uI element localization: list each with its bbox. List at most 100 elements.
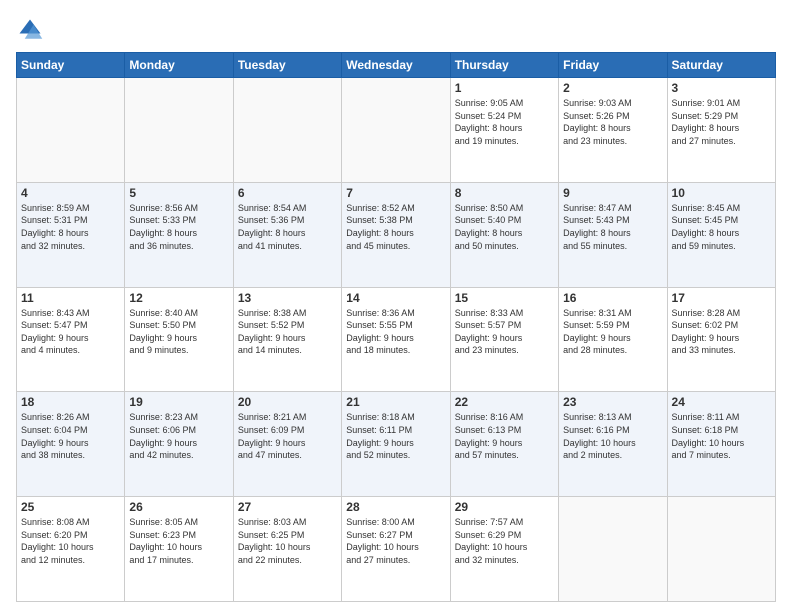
page: SundayMondayTuesdayWednesdayThursdayFrid… [0, 0, 792, 612]
day-info: Sunrise: 8:23 AM Sunset: 6:06 PM Dayligh… [129, 411, 228, 461]
day-info: Sunrise: 8:26 AM Sunset: 6:04 PM Dayligh… [21, 411, 120, 461]
day-info: Sunrise: 8:56 AM Sunset: 5:33 PM Dayligh… [129, 202, 228, 252]
calendar-cell [233, 78, 341, 183]
day-number: 10 [672, 186, 771, 200]
day-info: Sunrise: 8:11 AM Sunset: 6:18 PM Dayligh… [672, 411, 771, 461]
day-info: Sunrise: 8:05 AM Sunset: 6:23 PM Dayligh… [129, 516, 228, 566]
day-of-week-header: Tuesday [233, 53, 341, 78]
calendar-cell: 8 Sunrise: 8:50 AM Sunset: 5:40 PM Daylig… [450, 182, 558, 287]
calendar-cell: 13 Sunrise: 8:38 AM Sunset: 5:52 PM Dayli… [233, 287, 341, 392]
day-info: Sunrise: 8:08 AM Sunset: 6:20 PM Dayligh… [21, 516, 120, 566]
day-number: 20 [238, 395, 337, 409]
calendar-cell: 16 Sunrise: 8:31 AM Sunset: 5:59 PM Dayli… [559, 287, 667, 392]
day-number: 16 [563, 291, 662, 305]
day-info: Sunrise: 7:57 AM Sunset: 6:29 PM Dayligh… [455, 516, 554, 566]
day-number: 25 [21, 500, 120, 514]
day-info: Sunrise: 8:43 AM Sunset: 5:47 PM Dayligh… [21, 307, 120, 357]
day-info: Sunrise: 8:21 AM Sunset: 6:09 PM Dayligh… [238, 411, 337, 461]
day-info: Sunrise: 9:03 AM Sunset: 5:26 PM Dayligh… [563, 97, 662, 147]
calendar-cell: 5 Sunrise: 8:56 AM Sunset: 5:33 PM Daylig… [125, 182, 233, 287]
calendar-cell: 15 Sunrise: 8:33 AM Sunset: 5:57 PM Dayli… [450, 287, 558, 392]
calendar-cell: 1 Sunrise: 9:05 AM Sunset: 5:24 PM Daylig… [450, 78, 558, 183]
calendar-cell [17, 78, 125, 183]
day-info: Sunrise: 8:16 AM Sunset: 6:13 PM Dayligh… [455, 411, 554, 461]
day-of-week-header: Wednesday [342, 53, 450, 78]
logo [16, 16, 48, 44]
day-number: 22 [455, 395, 554, 409]
day-number: 17 [672, 291, 771, 305]
calendar-week-row: 25 Sunrise: 8:08 AM Sunset: 6:20 PM Dayli… [17, 497, 776, 602]
day-number: 6 [238, 186, 337, 200]
day-info: Sunrise: 8:31 AM Sunset: 5:59 PM Dayligh… [563, 307, 662, 357]
calendar-cell [342, 78, 450, 183]
day-info: Sunrise: 8:54 AM Sunset: 5:36 PM Dayligh… [238, 202, 337, 252]
calendar-cell: 7Sunrise: 8:52 AM Sunset: 5:38 PM Daylig… [342, 182, 450, 287]
calendar-cell: 4 Sunrise: 8:59 AM Sunset: 5:31 PM Daylig… [17, 182, 125, 287]
calendar-cell: 18 Sunrise: 8:26 AM Sunset: 6:04 PM Dayli… [17, 392, 125, 497]
day-of-week-header: Saturday [667, 53, 775, 78]
calendar-cell: 26 Sunrise: 8:05 AM Sunset: 6:23 PM Dayli… [125, 497, 233, 602]
calendar-cell: 19 Sunrise: 8:23 AM Sunset: 6:06 PM Dayli… [125, 392, 233, 497]
day-number: 19 [129, 395, 228, 409]
day-info: Sunrise: 8:13 AM Sunset: 6:16 PM Dayligh… [563, 411, 662, 461]
day-number: 5 [129, 186, 228, 200]
day-info: Sunrise: 8:45 AM Sunset: 5:45 PM Dayligh… [672, 202, 771, 252]
calendar-cell: 22 Sunrise: 8:16 AM Sunset: 6:13 PM Dayli… [450, 392, 558, 497]
calendar-cell: 21 Sunrise: 8:18 AM Sunset: 6:11 PM Dayli… [342, 392, 450, 497]
calendar-week-row: 4 Sunrise: 8:59 AM Sunset: 5:31 PM Daylig… [17, 182, 776, 287]
header [16, 16, 776, 44]
day-of-week-header: Monday [125, 53, 233, 78]
day-number: 29 [455, 500, 554, 514]
calendar-cell [667, 497, 775, 602]
calendar-table: SundayMondayTuesdayWednesdayThursdayFrid… [16, 52, 776, 602]
day-number: 14 [346, 291, 445, 305]
day-number: 9 [563, 186, 662, 200]
day-number: 1 [455, 81, 554, 95]
day-info: Sunrise: 8:03 AM Sunset: 6:25 PM Dayligh… [238, 516, 337, 566]
day-number: 4 [21, 186, 120, 200]
day-number: 3 [672, 81, 771, 95]
calendar-cell: 27 Sunrise: 8:03 AM Sunset: 6:25 PM Dayli… [233, 497, 341, 602]
calendar-cell: 23Sunrise: 8:13 AM Sunset: 6:16 PM Dayli… [559, 392, 667, 497]
day-info: Sunrise: 8:28 AM Sunset: 6:02 PM Dayligh… [672, 307, 771, 357]
day-number: 28 [346, 500, 445, 514]
calendar-cell: 2 Sunrise: 9:03 AM Sunset: 5:26 PM Daylig… [559, 78, 667, 183]
day-info: Sunrise: 8:59 AM Sunset: 5:31 PM Dayligh… [21, 202, 120, 252]
day-info: Sunrise: 8:50 AM Sunset: 5:40 PM Dayligh… [455, 202, 554, 252]
day-of-week-header: Thursday [450, 53, 558, 78]
day-number: 24 [672, 395, 771, 409]
calendar-cell: 14 Sunrise: 8:36 AM Sunset: 5:55 PM Dayli… [342, 287, 450, 392]
calendar-week-row: 11 Sunrise: 8:43 AM Sunset: 5:47 PM Dayli… [17, 287, 776, 392]
day-number: 26 [129, 500, 228, 514]
logo-icon [16, 16, 44, 44]
day-number: 27 [238, 500, 337, 514]
day-of-week-header: Friday [559, 53, 667, 78]
calendar-cell: 12 Sunrise: 8:40 AM Sunset: 5:50 PM Dayli… [125, 287, 233, 392]
day-info: Sunrise: 8:18 AM Sunset: 6:11 PM Dayligh… [346, 411, 445, 461]
day-number: 2 [563, 81, 662, 95]
day-number: 15 [455, 291, 554, 305]
calendar-cell: 3 Sunrise: 9:01 AM Sunset: 5:29 PM Daylig… [667, 78, 775, 183]
day-number: 21 [346, 395, 445, 409]
day-number: 7 [346, 186, 445, 200]
day-info: Sunrise: 8:40 AM Sunset: 5:50 PM Dayligh… [129, 307, 228, 357]
day-number: 13 [238, 291, 337, 305]
day-info: Sunrise: 9:01 AM Sunset: 5:29 PM Dayligh… [672, 97, 771, 147]
day-info: Sunrise: 9:05 AM Sunset: 5:24 PM Dayligh… [455, 97, 554, 147]
day-number: 8 [455, 186, 554, 200]
day-info: Sunrise: 8:33 AM Sunset: 5:57 PM Dayligh… [455, 307, 554, 357]
day-number: 18 [21, 395, 120, 409]
day-info: Sunrise: 8:36 AM Sunset: 5:55 PM Dayligh… [346, 307, 445, 357]
calendar-cell: 28 Sunrise: 8:00 AM Sunset: 6:27 PM Dayli… [342, 497, 450, 602]
day-number: 12 [129, 291, 228, 305]
calendar-week-row: 18 Sunrise: 8:26 AM Sunset: 6:04 PM Dayli… [17, 392, 776, 497]
day-info: Sunrise: 8:47 AM Sunset: 5:43 PM Dayligh… [563, 202, 662, 252]
calendar-cell: 25 Sunrise: 8:08 AM Sunset: 6:20 PM Dayli… [17, 497, 125, 602]
day-info: Sunrise: 8:00 AM Sunset: 6:27 PM Dayligh… [346, 516, 445, 566]
day-number: 11 [21, 291, 120, 305]
calendar-week-row: 1 Sunrise: 9:05 AM Sunset: 5:24 PM Daylig… [17, 78, 776, 183]
calendar-cell: 29 Sunrise: 7:57 AM Sunset: 6:29 PM Dayli… [450, 497, 558, 602]
calendar-cell: 10 Sunrise: 8:45 AM Sunset: 5:45 PM Dayli… [667, 182, 775, 287]
day-of-week-header: Sunday [17, 53, 125, 78]
day-info: Sunrise: 8:38 AM Sunset: 5:52 PM Dayligh… [238, 307, 337, 357]
